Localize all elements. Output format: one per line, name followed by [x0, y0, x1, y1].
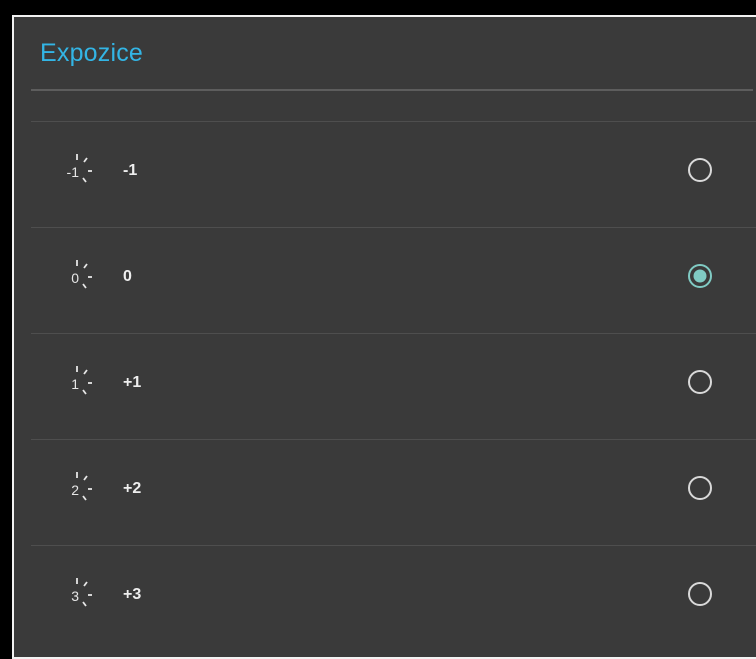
title-divider — [31, 89, 753, 91]
exposure-option-0[interactable]: 0 0 — [31, 227, 756, 333]
radio-button[interactable] — [687, 369, 713, 395]
exposure-icon-value: -1 — [67, 164, 80, 180]
exposure-ray — [82, 601, 87, 607]
exposure-option-plus-2[interactable]: 2 +2 — [31, 439, 756, 545]
radio-button[interactable] — [687, 475, 713, 501]
exposure-ray — [82, 177, 87, 183]
option-label: +3 — [123, 586, 142, 603]
option-label: +1 — [123, 374, 142, 391]
radio-ring — [688, 370, 712, 394]
option-label: -1 — [123, 162, 138, 179]
exposure-option-plus-3[interactable]: 3 +3 — [31, 545, 756, 651]
exposure-ray — [83, 369, 88, 375]
radio-button[interactable] — [687, 157, 713, 183]
exposure-icon-value: 3 — [71, 588, 79, 604]
dialog-title: Expozice — [40, 39, 144, 67]
exposure-ray — [82, 495, 87, 501]
radio-button[interactable] — [687, 581, 713, 607]
radio-ring — [688, 158, 712, 182]
option-label: +2 — [123, 480, 142, 497]
exposure-ray — [82, 389, 87, 395]
exposure-icon-value: 0 — [71, 270, 79, 286]
exposure-icon-value: 1 — [71, 376, 79, 392]
exposure-plus-3-icon: 3 — [57, 568, 103, 614]
exposure-ray — [82, 283, 87, 289]
exposure-plus-2-icon: 2 — [57, 462, 103, 508]
exposure-minus-1-icon: -1 — [57, 144, 103, 190]
exposure-icon-value: 2 — [71, 482, 79, 498]
exposure-0-icon: 0 — [57, 250, 103, 296]
radio-ring — [688, 476, 712, 500]
exposure-ray — [83, 157, 88, 163]
radio-button-selected[interactable] — [687, 263, 713, 289]
screen-background: Expozice -1 -1 0 0 1 +1 2 +2 3 +3 — [0, 0, 756, 659]
exposure-dialog: Expozice -1 -1 0 0 1 +1 2 +2 3 +3 — [12, 15, 756, 659]
exposure-ray — [83, 263, 88, 269]
exposure-ray — [83, 475, 88, 481]
option-label: 0 — [123, 268, 132, 285]
exposure-options-list: -1 -1 0 0 1 +1 2 +2 3 +3 — [31, 121, 756, 651]
exposure-ray — [83, 581, 88, 587]
exposure-option-minus-1[interactable]: -1 -1 — [31, 121, 756, 227]
exposure-option-plus-1[interactable]: 1 +1 — [31, 333, 756, 439]
exposure-plus-1-icon: 1 — [57, 356, 103, 402]
radio-ring — [688, 582, 712, 606]
radio-dot — [693, 269, 707, 283]
